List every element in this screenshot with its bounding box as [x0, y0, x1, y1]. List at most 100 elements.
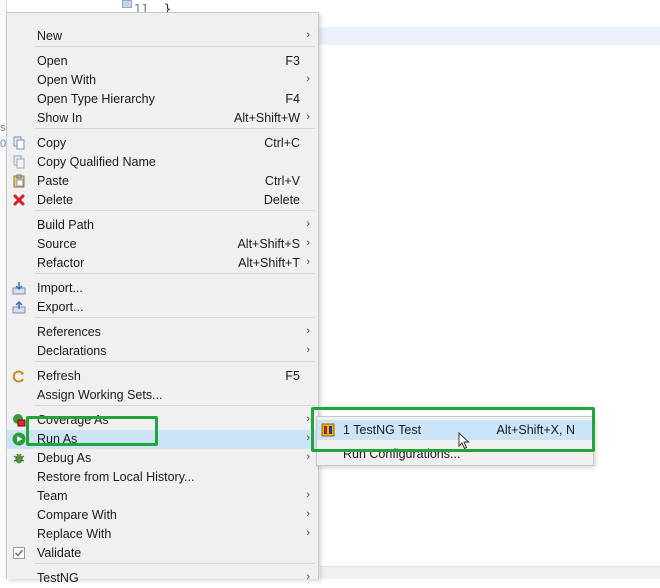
menu-item-shortcut: Alt+Shift+W — [234, 111, 300, 125]
menu-item-export[interactable]: Export... — [7, 298, 318, 317]
menu-item-refactor[interactable]: Refactor Alt+Shift+T › — [7, 254, 318, 273]
menu-item-label: Paste — [37, 174, 69, 188]
menu-item-copy-qualified-name[interactable]: Copy Qualified Name — [7, 153, 318, 172]
menu-item-label: Compare With — [37, 508, 117, 522]
menu-item-shortcut: Ctrl+V — [264, 174, 300, 188]
context-menu: New › Open F3 Open With › Open Type Hierarchy F… — [6, 12, 319, 585]
menu-item-shortcut: Alt+Shift+T — [238, 256, 300, 270]
menu-item-label: Show In — [37, 111, 83, 125]
menu-separator — [35, 128, 315, 129]
submenu-arrow-icon: › — [306, 29, 310, 41]
run-icon — [12, 432, 26, 446]
menu-item-label: Copy — [37, 136, 67, 150]
menu-item-label: Restore from Local History... — [37, 470, 195, 484]
menu-item-testng[interactable]: TestNG › — [7, 569, 318, 588]
submenu-arrow-icon: › — [306, 218, 310, 230]
menu-item-new[interactable]: New › — [7, 27, 318, 46]
menu-item-label: Source — [37, 237, 77, 251]
menu-item-label: Build Path — [37, 218, 94, 232]
coverage-icon — [12, 413, 26, 427]
menu-item-paste[interactable]: Paste Ctrl+V — [7, 172, 318, 191]
menu-item-label: Validate — [37, 546, 82, 560]
debug-icon — [12, 451, 26, 465]
submenu-arrow-icon: › — [306, 256, 310, 268]
menu-separator — [35, 563, 315, 564]
submenu-arrow-icon: › — [306, 451, 310, 463]
menu-item-source[interactable]: Source Alt+Shift+S › — [7, 235, 318, 254]
menu-item-shortcut: Ctrl+C — [264, 136, 300, 150]
submenu-arrow-icon: › — [306, 237, 310, 249]
menu-separator — [35, 317, 315, 318]
menu-item-label: Refresh — [37, 369, 81, 383]
menu-item-build-path[interactable]: Build Path › — [7, 216, 318, 235]
explorer-text-fragment: s — [0, 122, 6, 134]
submenu-arrow-icon: › — [306, 111, 310, 123]
paste-icon — [12, 174, 26, 188]
menu-item-label: Open — [37, 54, 68, 68]
highlight-box-testng-test — [311, 407, 595, 452]
menu-item-open[interactable]: Open F3 — [7, 52, 318, 71]
menu-item-open-with[interactable]: Open With › — [7, 71, 318, 90]
menu-separator — [35, 210, 315, 211]
menu-item-label: Assign Working Sets... — [37, 388, 163, 402]
menu-item-label: Replace With — [37, 527, 112, 541]
menu-item-replace-with[interactable]: Replace With › — [7, 525, 318, 544]
menu-item-label: References — [37, 325, 101, 339]
menu-item-shortcut: F3 — [285, 54, 300, 68]
menu-item-show-in[interactable]: Show In Alt+Shift+W › — [7, 109, 318, 128]
menu-item-compare-with[interactable]: Compare With › — [7, 506, 318, 525]
submenu-arrow-icon: › — [306, 571, 310, 583]
menu-item-label: Open With — [37, 73, 97, 87]
menu-item-open-type-hierarchy[interactable]: Open Type Hierarchy F4 — [7, 90, 318, 109]
menu-item-declarations[interactable]: Declarations › — [7, 342, 318, 361]
menu-item-restore-from-local-history[interactable]: Restore from Local History... — [7, 468, 318, 487]
mouse-cursor-icon — [458, 432, 470, 450]
menu-item-copy[interactable]: Copy Ctrl+C — [7, 134, 318, 153]
export-icon — [12, 300, 26, 314]
menu-item-references[interactable]: References › — [7, 323, 318, 342]
menu-item-debug-as[interactable]: Debug As › — [7, 449, 318, 468]
menu-item-label: Debug As — [37, 451, 92, 465]
highlight-box-run-as — [26, 416, 158, 446]
menu-item-label: Delete — [37, 193, 74, 207]
menu-item-team[interactable]: Team › — [7, 487, 318, 506]
submenu-arrow-icon: › — [306, 432, 310, 444]
copy-icon — [12, 136, 26, 150]
menu-separator — [35, 273, 315, 274]
menu-item-label: Copy Qualified Name — [37, 155, 156, 169]
validate-icon — [12, 546, 26, 560]
menu-item-delete[interactable]: Delete Delete — [7, 191, 318, 210]
menu-item-label: TestNG — [37, 571, 79, 585]
menu-item-label: Team — [37, 489, 68, 503]
menu-item-label: Declarations — [37, 344, 107, 358]
submenu-arrow-icon: › — [306, 344, 310, 356]
refresh-icon — [12, 369, 26, 383]
submenu-arrow-icon: › — [306, 413, 310, 425]
menu-item-label: Import... — [37, 281, 83, 295]
scroll-marker — [122, 0, 132, 8]
menu-item-assign-working-sets[interactable]: Assign Working Sets... — [7, 386, 318, 405]
menu-item-label: Open Type Hierarchy — [37, 92, 155, 106]
delete-icon — [12, 193, 26, 207]
editor-bottom-strip — [320, 566, 660, 579]
menu-item-validate[interactable]: Validate — [7, 544, 318, 563]
menu-item-shortcut: Alt+Shift+S — [237, 237, 300, 251]
submenu-arrow-icon: › — [306, 508, 310, 520]
menu-item-shortcut: F5 — [285, 369, 300, 383]
menu-item-refresh[interactable]: Refresh F5 — [7, 367, 318, 386]
menu-item-label: New — [37, 29, 63, 43]
copy-qualified-icon — [12, 155, 26, 169]
import-icon — [12, 281, 26, 295]
submenu-arrow-icon: › — [306, 527, 310, 539]
menu-separator — [35, 405, 315, 406]
menu-item-label: Refactor — [37, 256, 85, 270]
menu-item-label: Export... — [37, 300, 84, 314]
menu-separator — [35, 361, 315, 362]
menu-item-shortcut: Delete — [263, 193, 300, 207]
submenu-arrow-icon: › — [306, 325, 310, 337]
menu-item-shortcut: F4 — [285, 92, 300, 106]
submenu-arrow-icon: › — [306, 73, 310, 85]
submenu-arrow-icon: › — [306, 489, 310, 501]
menu-item-import[interactable]: Import... — [7, 279, 318, 298]
menu-separator — [35, 46, 315, 47]
